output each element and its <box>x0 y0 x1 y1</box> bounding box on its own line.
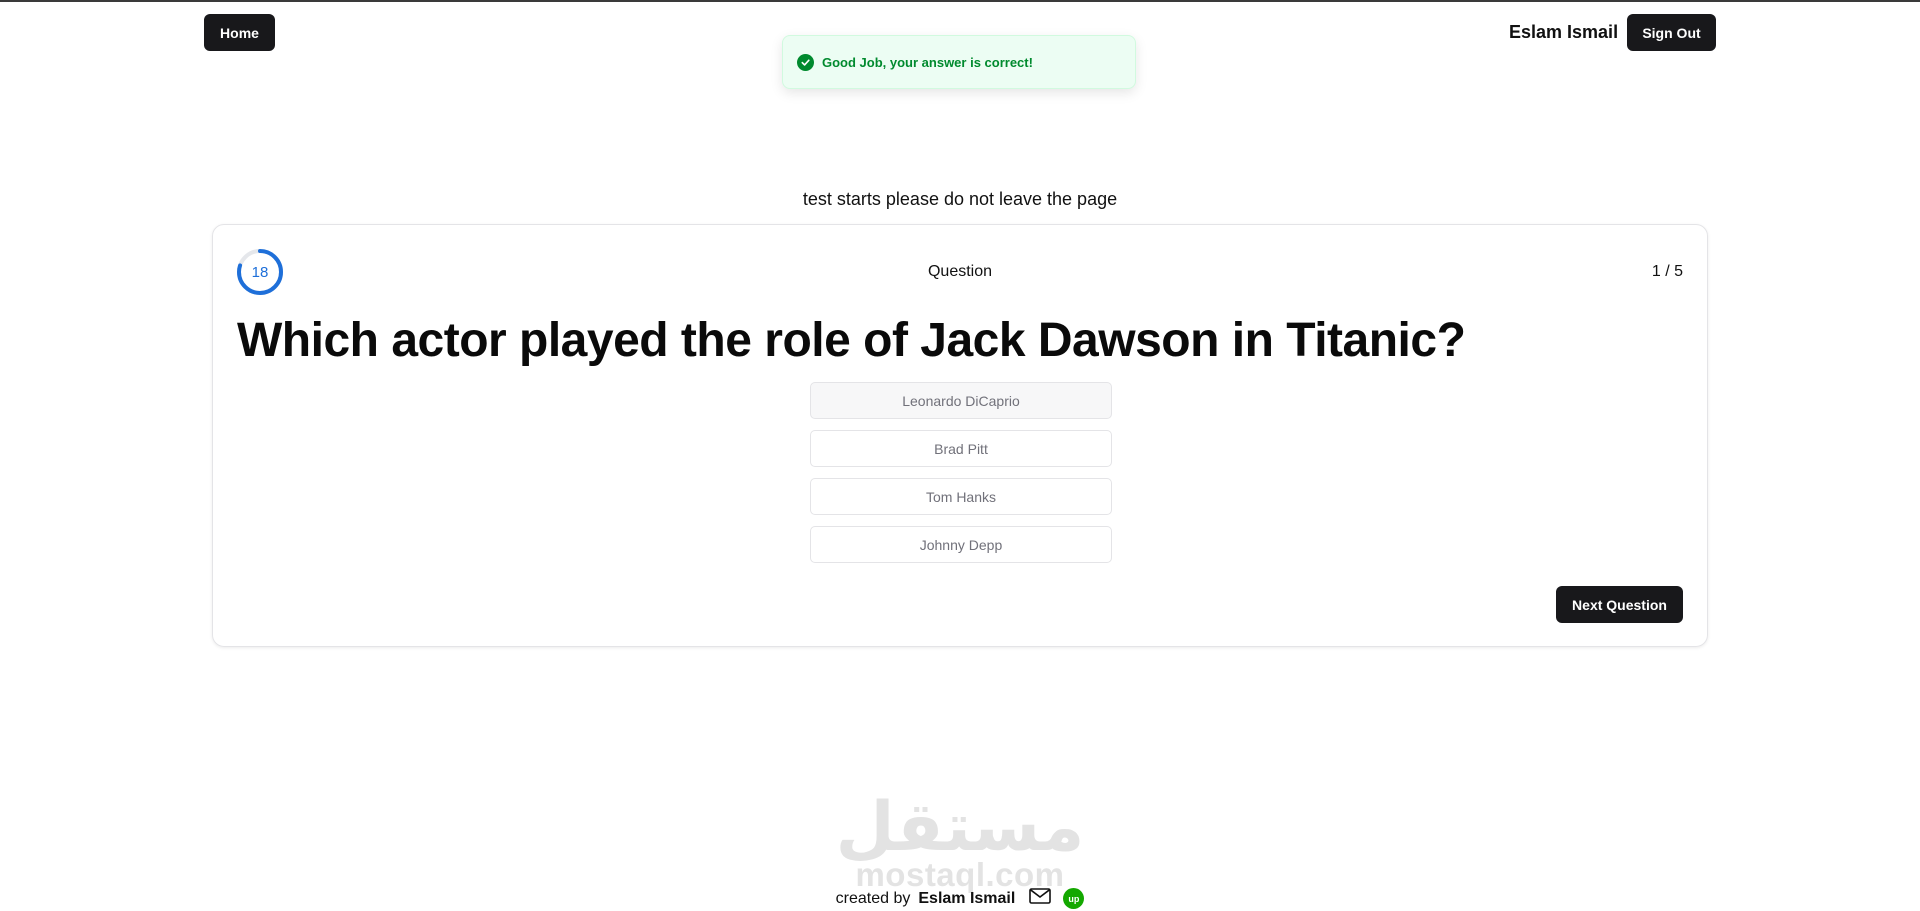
toast-message: Good Job, your answer is correct! <box>822 54 1033 70</box>
home-button[interactable]: Home <box>204 14 275 51</box>
answer-options: Leonardo DiCaprio Brad Pitt Tom Hanks Jo… <box>810 382 1112 574</box>
next-question-button[interactable]: Next Question <box>1556 586 1683 623</box>
answer-option[interactable]: Leonardo DiCaprio <box>810 382 1112 419</box>
footer: created by Eslam Ismail up <box>0 888 1920 909</box>
watermark-logo: مستقل mostaql.com <box>836 788 1085 893</box>
test-notice: test starts please do not leave the page <box>802 189 1118 209</box>
question-card: 18 Question 1 / 5 Which actor played the… <box>212 224 1708 647</box>
answer-option[interactable]: Johnny Depp <box>810 526 1112 563</box>
footer-prefix: created by <box>835 889 911 907</box>
footer-author: Eslam Ismail <box>918 889 1016 907</box>
upwork-icon[interactable]: up <box>1063 888 1085 909</box>
user-name: Eslam Ismail <box>1509 22 1619 42</box>
answer-option[interactable]: Brad Pitt <box>810 430 1112 467</box>
watermark-arabic-logo: مستقل <box>836 788 1085 867</box>
svg-text:مستقل: مستقل <box>840 792 1080 862</box>
question-counter: 1 / 5 <box>1651 263 1683 280</box>
question-label: Question <box>927 263 993 280</box>
success-toast: Good Job, your answer is correct! <box>782 35 1136 89</box>
question-text: Which actor played the role of Jack Daws… <box>237 314 1466 367</box>
mail-icon[interactable] <box>1029 888 1052 909</box>
check-circle-icon <box>797 53 814 71</box>
sign-out-button[interactable]: Sign Out <box>1627 14 1716 51</box>
answer-option[interactable]: Tom Hanks <box>810 478 1112 515</box>
